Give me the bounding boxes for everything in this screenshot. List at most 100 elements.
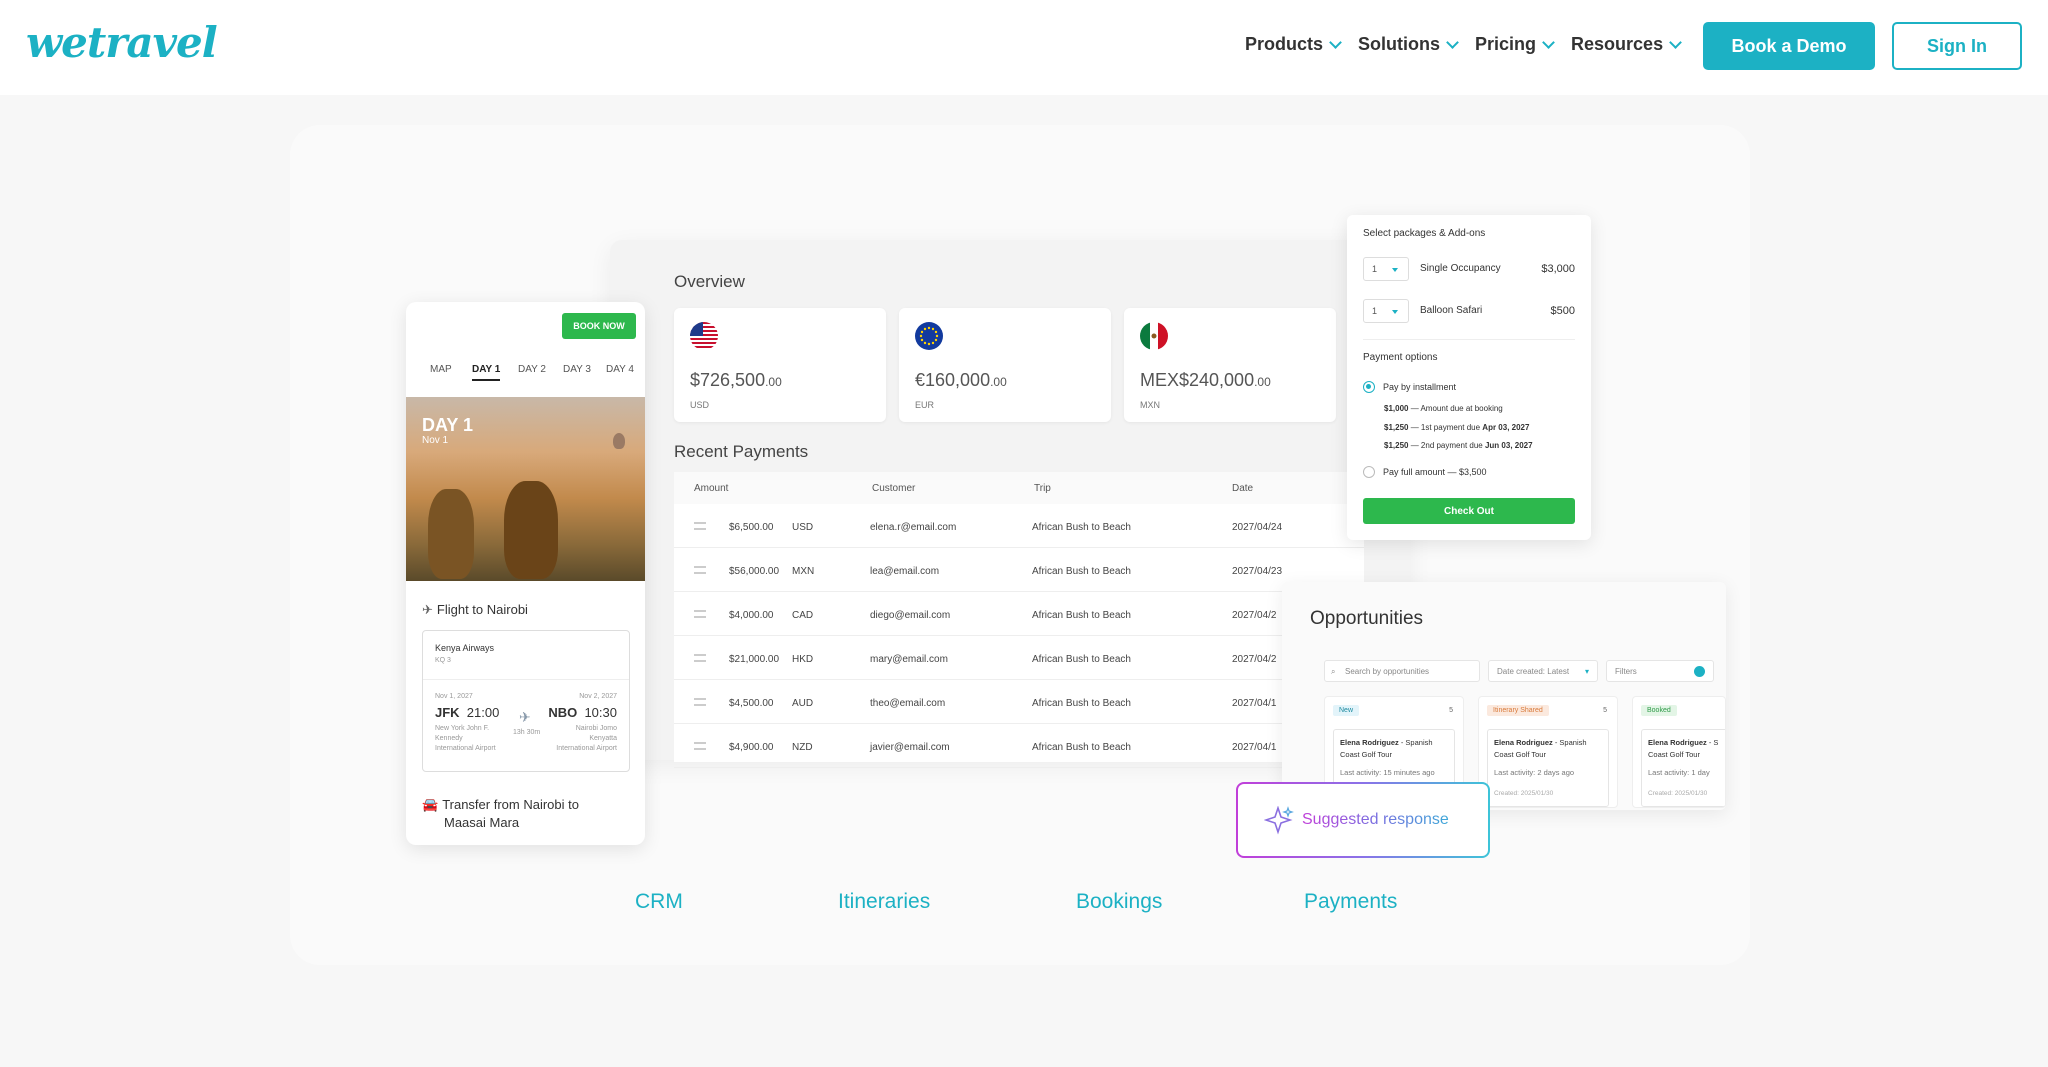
table-header: Amount Customer Trip Date <box>674 472 1364 504</box>
installment-amount: $1,250 <box>1384 441 1409 450</box>
status-badge: New <box>1333 705 1360 716</box>
tab-itineraries[interactable]: Itineraries <box>838 890 930 914</box>
nav-solutions-label: Solutions <box>1358 34 1441 54</box>
opportunity-card[interactable]: Elena Rodriguez - Spanish Coast Golf Tou… <box>1487 729 1609 807</box>
opp-created: Created: 2025/01/30 <box>1494 790 1554 797</box>
nav-products-label: Products <box>1245 34 1324 54</box>
tab-map[interactable]: MAP <box>430 364 452 375</box>
quantity-select-balloon[interactable]: 1 <box>1363 299 1409 323</box>
book-now-button[interactable]: BOOK NOW <box>562 313 636 339</box>
nav-products[interactable]: Products <box>1245 34 1342 55</box>
installment-line: $1,000 — Amount due at booking <box>1384 404 1503 413</box>
departure-info: JFK 21:00 <box>435 705 499 720</box>
cell-trip: African Bush to Beach <box>1032 610 1131 621</box>
arrival-airport-line: Nairobi Jomo <box>575 725 617 732</box>
currency-code: EUR <box>915 400 935 410</box>
opportunities-panel: Opportunities ⌕ Search by opportunities D… <box>1282 582 1726 810</box>
table-row[interactable]: $4,500.00 AUD theo@email.com African Bush t… <box>674 680 1364 724</box>
card-icon <box>694 654 706 662</box>
quantity-select-single[interactable]: 1 <box>1363 257 1409 281</box>
chevron-down-icon <box>1392 268 1398 272</box>
chevron-down-icon <box>1446 35 1459 49</box>
transfer-section: 🚘 Transfer from Nairobi to Maasai Mara <box>422 796 579 832</box>
tab-day-3[interactable]: DAY 3 <box>563 364 591 375</box>
main-nav: Products Solutions Pricing Resources <box>1245 34 1698 55</box>
currency-code: MXN <box>1140 400 1160 410</box>
opp-name: Elena Rodriguez <box>1340 738 1399 747</box>
transfer-title-line1: Transfer from Nairobi to <box>442 797 579 812</box>
chevron-down-icon: ▾ <box>1584 667 1589 676</box>
filters-button[interactable]: Filters <box>1606 660 1714 682</box>
check-out-button[interactable]: Check Out <box>1363 498 1575 524</box>
divider <box>423 679 629 680</box>
col-date: Date <box>1232 483 1254 494</box>
cell-date: 2027/04/24 <box>1232 522 1283 533</box>
arrival-airport-line: International Airport <box>556 745 617 752</box>
opportunities-title: Opportunities <box>1310 608 1424 629</box>
recent-payments-title: Recent Payments <box>674 442 809 461</box>
departure-airport-line: New York John F. <box>435 725 490 732</box>
card-icon <box>694 742 706 750</box>
table-row[interactable]: $6,500.00 USD elena.r@email.com African Bus… <box>674 504 1364 548</box>
cell-customer: elena.r@email.com <box>870 522 957 533</box>
flight-section: ✈ Flight to Nairobi <box>422 602 528 618</box>
amount-main: €160,000 <box>915 370 991 390</box>
cell-date: 2027/04/1 <box>1232 698 1277 709</box>
installment-text: — 1st payment due <box>1408 423 1483 432</box>
airline-name: Kenya Airways <box>435 643 495 653</box>
tab-day-2[interactable]: DAY 2 <box>518 364 546 375</box>
flight-number: KQ 3 <box>435 657 451 664</box>
status-badge: Booked <box>1641 705 1677 716</box>
tab-day-1[interactable]: DAY 1 <box>472 364 501 381</box>
nav-pricing[interactable]: Pricing <box>1475 34 1555 55</box>
currency-amount: MEX$240,000.00 <box>1140 370 1271 391</box>
payment-options-title: Payment options <box>1363 352 1438 363</box>
table-row[interactable]: $4,900.00 NZD javier@email.com African Bush… <box>674 724 1364 768</box>
opp-activity: Last activity: 15 minutes ago <box>1340 768 1435 777</box>
table-row[interactable]: $56,000.00 MXN lea@email.com African Bush t… <box>674 548 1364 592</box>
suggested-response-button[interactable]: Suggested response <box>1236 782 1490 858</box>
cell-currency: AUD <box>792 698 814 709</box>
amount-cents: .00 <box>765 375 782 389</box>
cell-currency: NZD <box>792 742 813 753</box>
tab-crm[interactable]: CRM <box>635 890 683 914</box>
tab-bookings[interactable]: Bookings <box>1076 890 1162 914</box>
nav-resources[interactable]: Resources <box>1571 34 1682 55</box>
table-row[interactable]: $21,000.00 HKD mary@email.com African Bush … <box>674 636 1364 680</box>
opportunity-card[interactable]: Elena Rodriguez - S Coast Golf Tour Last… <box>1641 729 1725 807</box>
wetravel-logo[interactable]: wetravel <box>26 18 218 67</box>
package-price: $3,000 <box>1541 263 1575 275</box>
cell-amount: $4,900.00 <box>729 742 774 753</box>
arrival-info: NBO 10:30 <box>548 705 617 720</box>
sort-select[interactable]: Date created: Latest ▾ <box>1488 660 1598 682</box>
amount-cents: .00 <box>1254 375 1271 389</box>
opp-title-line: Elena Rodriguez - S <box>1648 738 1718 747</box>
full-amount-radio[interactable] <box>1363 466 1375 478</box>
cell-date: 2027/04/2 <box>1232 610 1277 621</box>
cell-trip: African Bush to Beach <box>1032 742 1131 753</box>
filter-indicator-icon <box>1694 666 1705 677</box>
departure-date: Nov 1, 2027 <box>435 693 473 700</box>
eu-flag-icon <box>915 322 943 350</box>
table-row[interactable]: $4,000.00 CAD diego@email.com African Bush … <box>674 592 1364 636</box>
book-demo-button[interactable]: Book a Demo <box>1703 22 1875 70</box>
opp-trip-line2: Coast Golf Tour <box>1340 750 1392 759</box>
nav-solutions[interactable]: Solutions <box>1358 34 1459 55</box>
installment-label: Pay by installment <box>1383 382 1457 392</box>
flight-details-card[interactable]: Kenya Airways KQ 3 Nov 1, 2027 JFK 21:00… <box>422 630 630 772</box>
plane-icon: ✈ <box>422 602 433 617</box>
chevron-down-icon <box>1542 35 1555 49</box>
sign-in-button[interactable]: Sign In <box>1892 22 2022 70</box>
cell-amount: $56,000.00 <box>729 566 780 577</box>
cell-currency: HKD <box>792 654 814 665</box>
car-icon: 🚘 <box>422 797 439 812</box>
cell-trip: African Bush to Beach <box>1032 566 1131 577</box>
tab-payments[interactable]: Payments <box>1304 890 1397 914</box>
tab-day-4[interactable]: DAY 4 <box>606 364 634 375</box>
us-flag-icon <box>690 322 718 350</box>
opportunities-search-input[interactable]: ⌕ Search by opportunities <box>1324 660 1480 682</box>
card-icon <box>694 522 706 530</box>
installment-radio[interactable] <box>1363 381 1375 393</box>
package-name: Single Occupancy <box>1420 263 1501 274</box>
currency-card-eur: €160,000.00 EUR <box>899 308 1111 422</box>
